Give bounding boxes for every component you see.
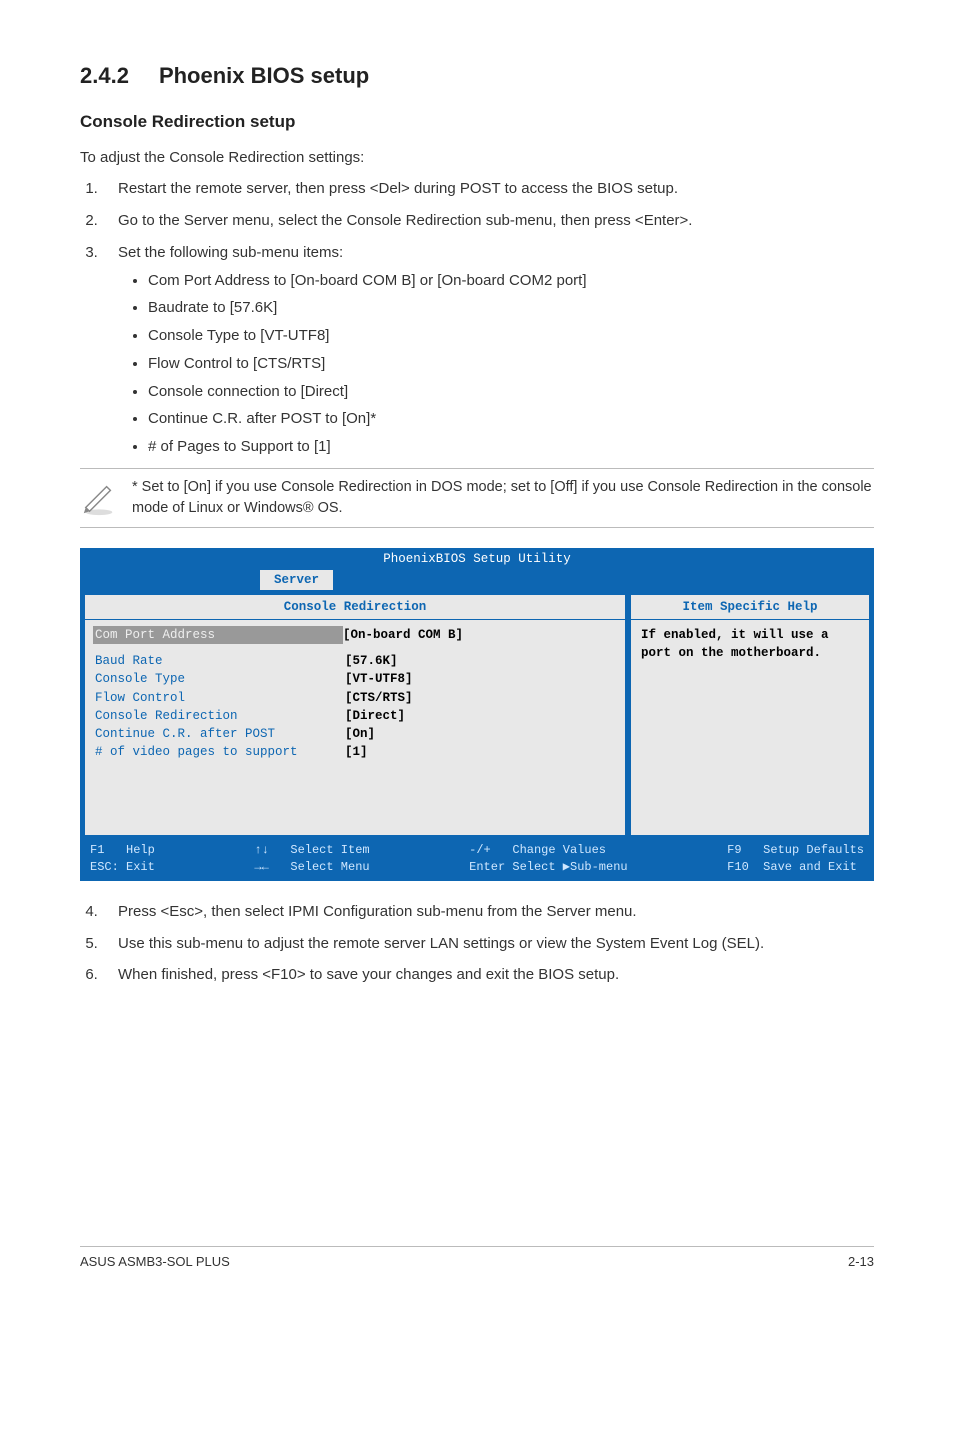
bios-tab-server: Server bbox=[260, 570, 333, 590]
bios-help-panel: Item Specific Help If enabled, it will u… bbox=[630, 594, 870, 836]
spacer bbox=[80, 570, 260, 588]
bios-key-hint: F1 Help bbox=[90, 842, 155, 859]
page-footer-left: ASUS ASMB3-SOL PLUS bbox=[80, 1253, 230, 1272]
submenu-item: Continue C.R. after POST to [On]* bbox=[148, 408, 874, 430]
bios-row: Flow Control[CTS/RTS] bbox=[95, 689, 615, 707]
bios-key-hint: Enter Select ▶Sub-menu bbox=[469, 859, 627, 876]
step-item: Go to the Server menu, select the Consol… bbox=[102, 210, 874, 232]
submenu-list: Com Port Address to [On-board COM B] or … bbox=[148, 270, 874, 458]
section-title: Phoenix BIOS setup bbox=[159, 63, 369, 88]
step-item: Restart the remote server, then press <D… bbox=[102, 178, 874, 200]
bios-help-title: Item Specific Help bbox=[631, 595, 869, 620]
submenu-item: Console connection to [Direct] bbox=[148, 381, 874, 403]
subheading: Console Redirection setup bbox=[80, 110, 874, 135]
bios-row-key: Flow Control bbox=[95, 689, 345, 707]
section-number: 2.4.2 bbox=[80, 60, 129, 92]
bios-row: Com Port Address [On-board COM B] bbox=[95, 626, 615, 644]
bios-row-key: # of video pages to support bbox=[95, 743, 345, 761]
bios-left-panel: Console Redirection Com Port Address [On… bbox=[84, 594, 626, 836]
steps-list-bottom: Press <Esc>, then select IPMI Configurat… bbox=[102, 901, 874, 986]
step-item: Press <Esc>, then select IPMI Configurat… bbox=[102, 901, 874, 923]
bios-row-val: [1] bbox=[345, 743, 368, 761]
bios-row-key: Com Port Address bbox=[93, 626, 343, 644]
submenu-item: Flow Control to [CTS/RTS] bbox=[148, 353, 874, 375]
bios-key-hint: ESC: Exit bbox=[90, 859, 155, 876]
bios-panel-title: Console Redirection bbox=[85, 595, 625, 620]
bios-row: Console Redirection[Direct] bbox=[95, 707, 615, 725]
bios-title: PhoenixBIOS Setup Utility bbox=[80, 548, 874, 570]
submenu-item: # of Pages to Support to [1] bbox=[148, 436, 874, 458]
bios-menubar: Server bbox=[80, 570, 874, 590]
bios-row-key: Console Redirection bbox=[95, 707, 345, 725]
bios-row-val: [VT-UTF8] bbox=[345, 670, 413, 688]
section-heading: 2.4.2 Phoenix BIOS setup bbox=[80, 60, 874, 92]
note-text: * Set to [On] if you use Console Redirec… bbox=[132, 477, 874, 519]
page-footer-right: 2-13 bbox=[848, 1253, 874, 1272]
bios-row-val: [On-board COM B] bbox=[343, 626, 463, 644]
bios-row-val: [Direct] bbox=[345, 707, 405, 725]
bios-setup-screenshot: PhoenixBIOS Setup Utility Server Console… bbox=[80, 548, 874, 881]
bios-row: Baud Rate[57.6K] bbox=[95, 652, 615, 670]
bios-footer: F1 Help ESC: Exit ↑↓ Select Item →← Sele… bbox=[80, 840, 874, 881]
bios-row: # of video pages to support[1] bbox=[95, 743, 615, 761]
step-item-label: Set the following sub-menu items: bbox=[118, 244, 343, 261]
note-callout: * Set to [On] if you use Console Redirec… bbox=[80, 468, 874, 528]
bios-key-hint: ↑↓ Select Item bbox=[254, 842, 369, 859]
bios-key-hint: F10 Save and Exit bbox=[727, 859, 857, 876]
bios-key-hint: -/+ Change Values bbox=[469, 842, 606, 859]
submenu-item: Baudrate to [57.6K] bbox=[148, 297, 874, 319]
step-item: Set the following sub-menu items: Com Po… bbox=[102, 242, 874, 458]
bios-row: Continue C.R. after POST[On] bbox=[95, 725, 615, 743]
intro-text: To adjust the Console Redirection settin… bbox=[80, 147, 874, 169]
step-item: When finished, press <F10> to save your … bbox=[102, 964, 874, 986]
pencil-icon bbox=[80, 479, 118, 517]
submenu-item: Console Type to [VT-UTF8] bbox=[148, 325, 874, 347]
bios-row-key: Baud Rate bbox=[95, 652, 345, 670]
submenu-item: Com Port Address to [On-board COM B] or … bbox=[148, 270, 874, 292]
bios-row-key: Continue C.R. after POST bbox=[95, 725, 345, 743]
bios-row: Console Type[VT-UTF8] bbox=[95, 670, 615, 688]
bios-help-text: If enabled, it will use a port on the mo… bbox=[641, 626, 859, 662]
bios-row-val: [On] bbox=[345, 725, 375, 743]
bios-row-val: [CTS/RTS] bbox=[345, 689, 413, 707]
page-footer: ASUS ASMB3-SOL PLUS 2-13 bbox=[80, 1246, 874, 1272]
bios-key-hint: →← Select Menu bbox=[254, 859, 369, 876]
bios-key-hint: F9 Setup Defaults bbox=[727, 842, 864, 859]
step-item: Use this sub-menu to adjust the remote s… bbox=[102, 933, 874, 955]
steps-list-top: Restart the remote server, then press <D… bbox=[102, 178, 874, 458]
bios-row-key: Console Type bbox=[95, 670, 345, 688]
bios-row-val: [57.6K] bbox=[345, 652, 398, 670]
